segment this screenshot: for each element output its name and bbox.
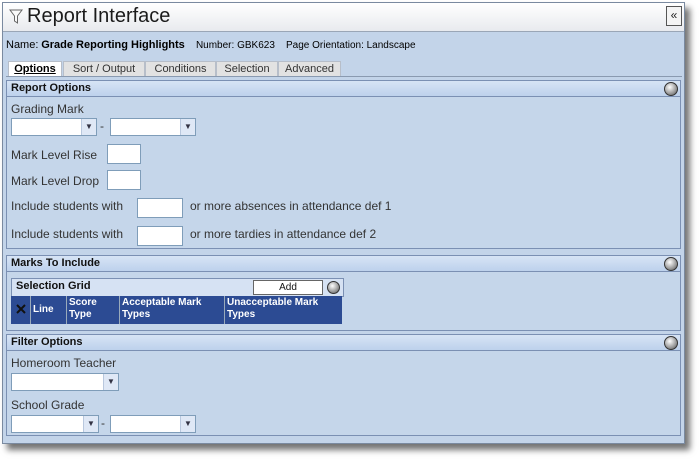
absences-count-input[interactable]	[137, 198, 183, 218]
tardies-count-input[interactable]	[137, 226, 183, 246]
orientation-label: Page Orientation:	[286, 40, 364, 51]
absences-suffix-label: or more absences in attendance def 1	[190, 199, 392, 213]
number-label: Number:	[195, 40, 235, 51]
column-score-type[interactable]: Score Type	[67, 296, 120, 324]
add-button[interactable]: Add	[253, 280, 323, 295]
selection-grid-header: Selection Grid Add	[11, 278, 344, 297]
grading-mark-to-select[interactable]: ▼	[110, 118, 196, 136]
tab-options[interactable]: Options	[8, 61, 62, 77]
filter-options-header: Filter Options	[7, 335, 680, 351]
section-title: Filter Options	[11, 336, 83, 348]
range-separator: -	[100, 119, 104, 133]
mark-level-rise-input[interactable]	[107, 144, 141, 164]
absences-prefix-label: Include students with	[11, 199, 124, 213]
tab-advanced[interactable]: Advanced	[278, 61, 341, 76]
mark-level-drop-input[interactable]	[107, 170, 141, 190]
report-interface-window: Report Interface « Name: Grade Reporting…	[2, 2, 685, 444]
school-grade-label: School Grade	[11, 398, 85, 412]
column-acceptable-mark-types[interactable]: Acceptable Mark Types	[120, 296, 225, 324]
section-title: Report Options	[11, 82, 92, 94]
tab-conditions[interactable]: Conditions	[145, 61, 216, 76]
name-label: Name:	[6, 39, 39, 51]
homeroom-teacher-label: Homeroom Teacher	[11, 356, 117, 370]
column-line[interactable]: Line	[31, 296, 67, 324]
title-bar: Report Interface «	[3, 3, 684, 32]
mark-level-drop-label: Mark Level Drop	[11, 174, 100, 188]
section-title: Marks To Include	[11, 257, 101, 269]
x-icon	[16, 304, 26, 314]
range-separator: -	[101, 416, 105, 430]
selection-grid-columns: Line Score Type Acceptable Mark Types Un…	[11, 296, 342, 324]
collapse-button[interactable]: «	[666, 6, 682, 26]
tab-divider	[6, 76, 682, 77]
chevron-down-icon: ▼	[180, 119, 195, 135]
chevron-down-icon: ▼	[81, 119, 96, 135]
report-options-section: Report Options Grading Mark ▼ - ▼ Mark L…	[6, 80, 681, 249]
tab-selection[interactable]: Selection	[216, 61, 278, 76]
grading-mark-label: Grading Mark	[11, 102, 84, 116]
expand-circle-icon[interactable]	[664, 82, 678, 96]
funnel-icon	[9, 9, 23, 24]
chevron-down-icon: ▼	[103, 374, 118, 390]
chevron-down-icon: ▼	[83, 416, 98, 432]
delete-column-header[interactable]	[11, 296, 31, 324]
double-chevron-left-icon: «	[670, 8, 678, 22]
expand-circle-icon[interactable]	[664, 336, 678, 350]
marks-to-include-section: Marks To Include Selection Grid Add Line…	[6, 255, 681, 331]
tab-sort-output[interactable]: Sort / Output	[63, 61, 145, 76]
mark-level-rise-label: Mark Level Rise	[11, 148, 98, 162]
report-info-row: Name: Grade Reporting Highlights Number:…	[6, 39, 416, 51]
report-name: Grade Reporting Highlights	[41, 39, 185, 51]
expand-circle-icon[interactable]	[664, 257, 678, 271]
window-title: Report Interface	[27, 5, 171, 27]
tardies-prefix-label: Include students with	[11, 227, 124, 241]
orientation-value: Landscape	[366, 40, 416, 51]
expand-circle-icon[interactable]	[327, 281, 340, 294]
school-grade-from-select[interactable]: ▼	[11, 415, 99, 433]
selection-grid-title: Selection Grid	[16, 280, 91, 292]
tardies-suffix-label: or more tardies in attendance def 2	[190, 227, 377, 241]
grading-mark-from-select[interactable]: ▼	[11, 118, 97, 136]
filter-options-section: Filter Options Homeroom Teacher ▼ School…	[6, 334, 681, 436]
report-options-header: Report Options	[7, 81, 680, 97]
report-number: GBK623	[237, 40, 275, 51]
chevron-down-icon: ▼	[180, 416, 195, 432]
school-grade-to-select[interactable]: ▼	[110, 415, 196, 433]
marks-to-include-header: Marks To Include	[7, 256, 680, 272]
homeroom-teacher-select[interactable]: ▼	[11, 373, 119, 391]
column-unacceptable-mark-types[interactable]: Unacceptable Mark Types	[225, 296, 342, 324]
